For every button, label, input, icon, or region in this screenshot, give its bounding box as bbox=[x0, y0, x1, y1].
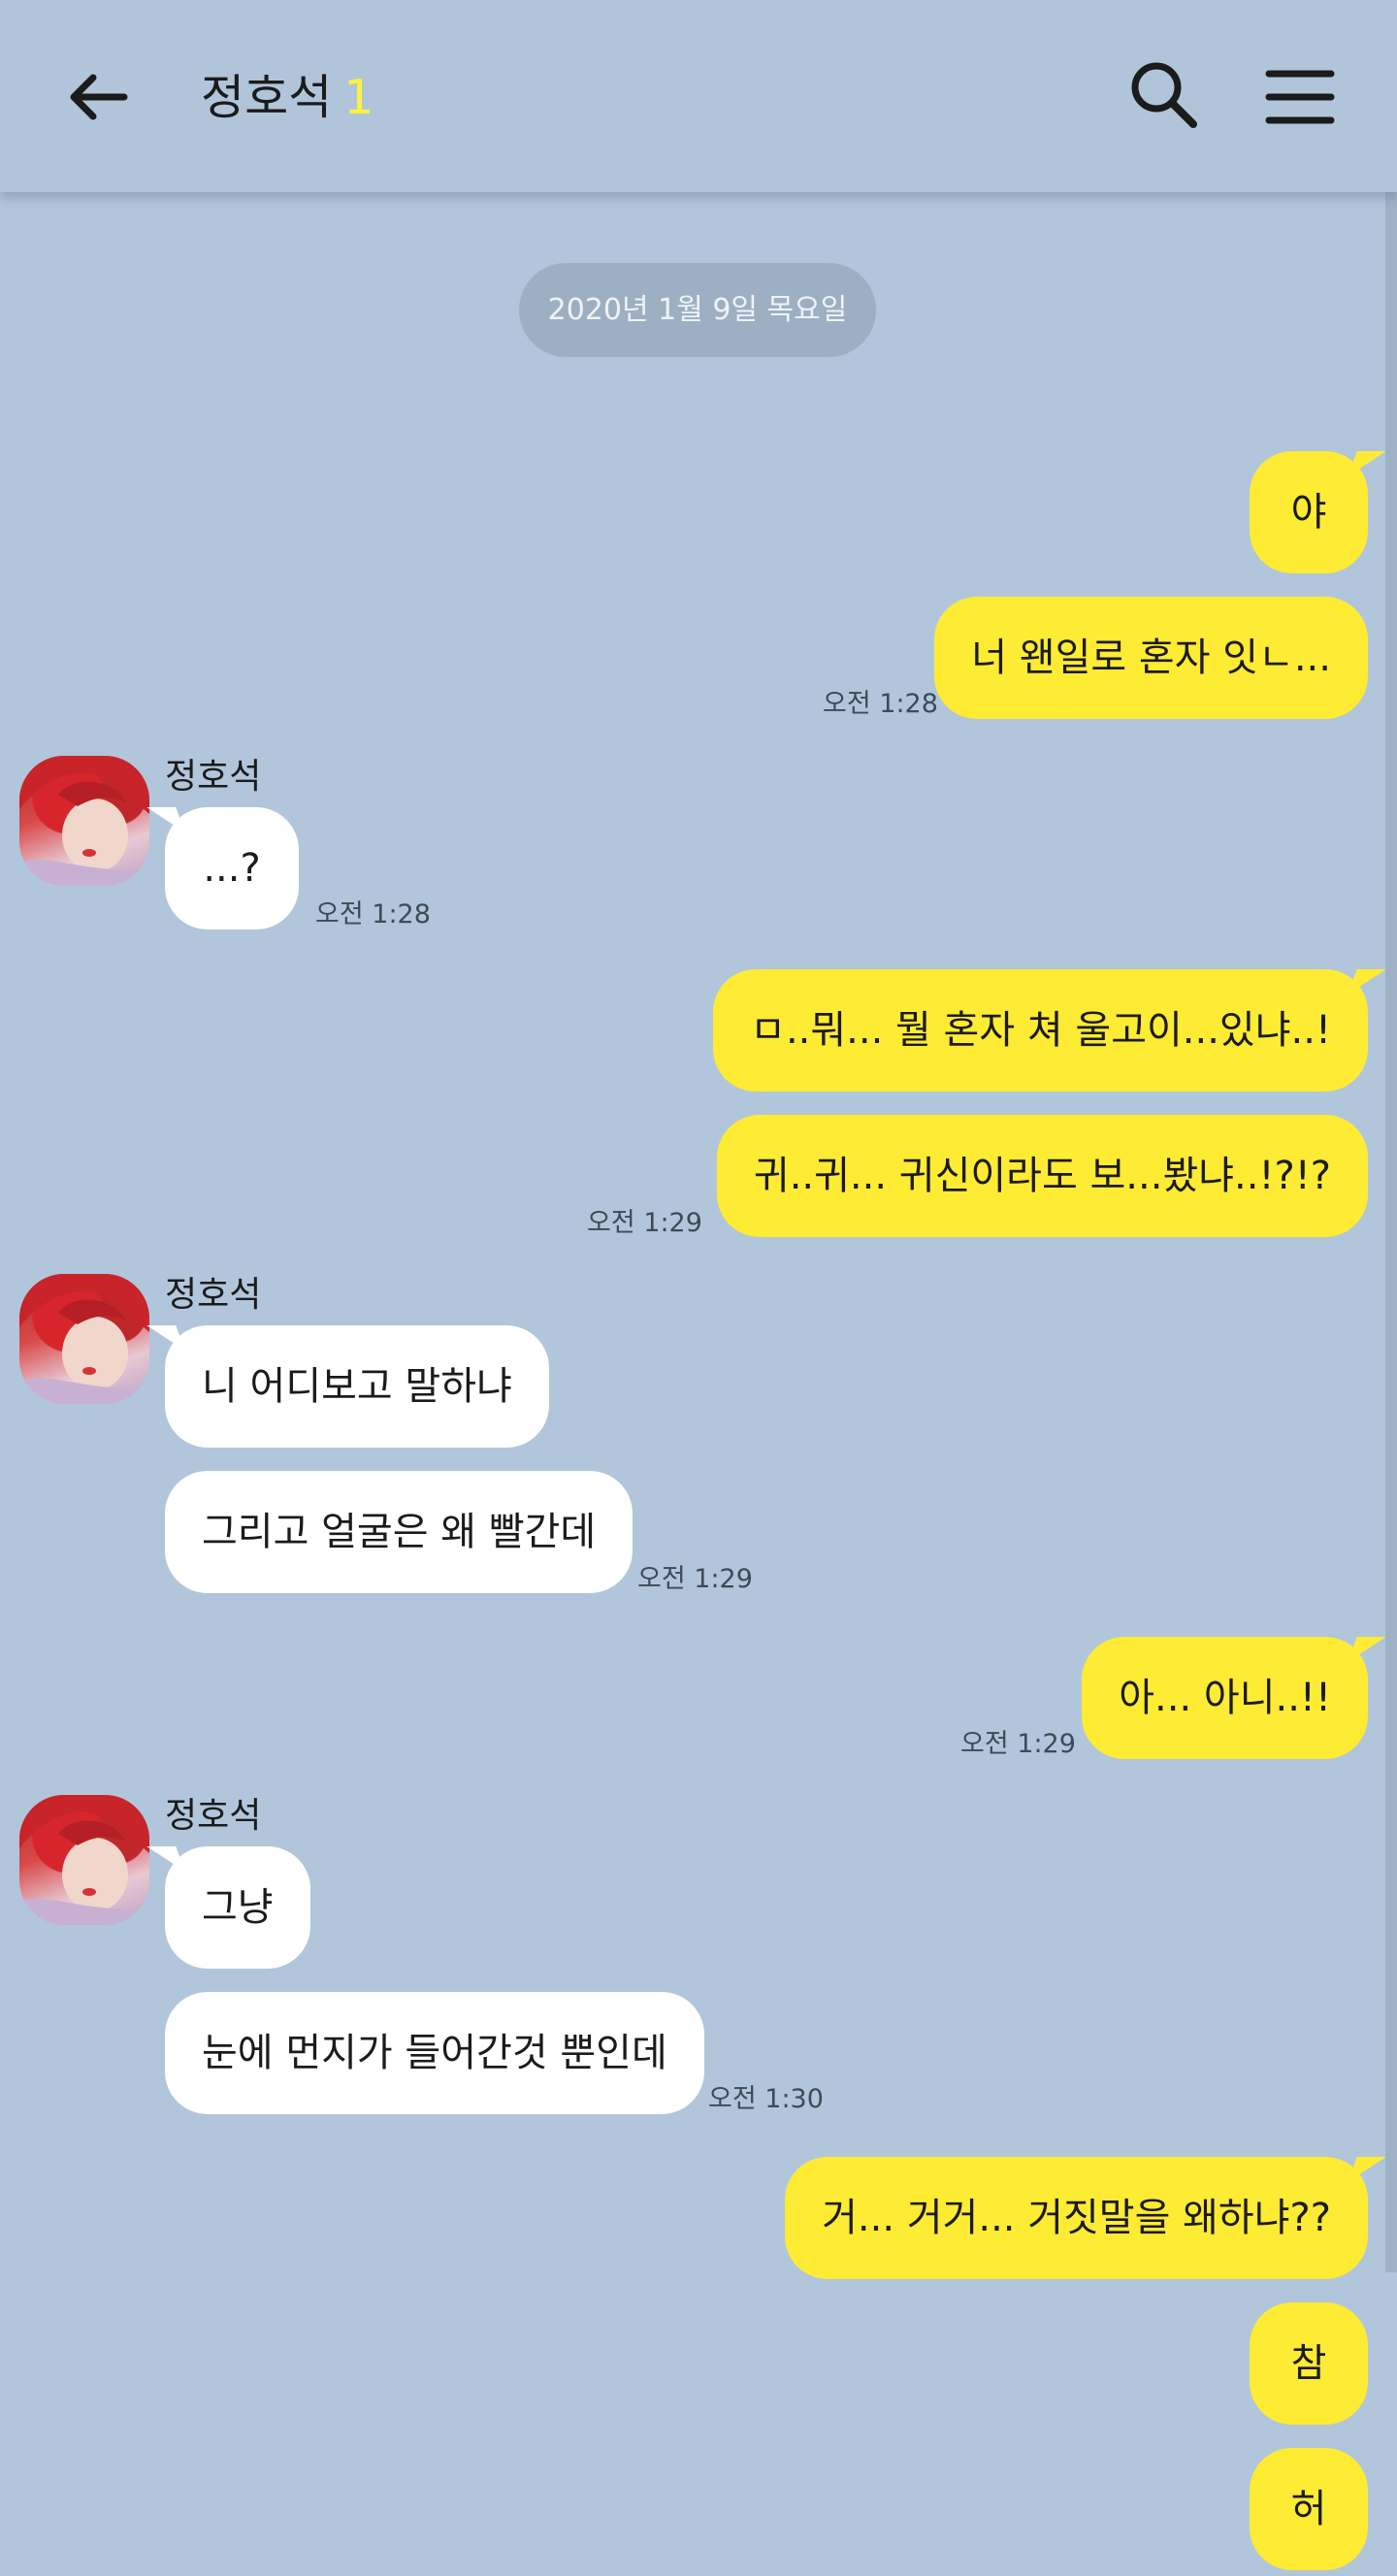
unread-count: 1 bbox=[343, 70, 374, 125]
hamburger-menu-icon[interactable] bbox=[1261, 56, 1339, 134]
message-timestamp: 오전 1:28 bbox=[315, 899, 431, 929]
message-timestamp: 오전 1:29 bbox=[587, 1208, 702, 1238]
message-timestamp: 오전 1:30 bbox=[708, 2084, 824, 2114]
scrollbar[interactable] bbox=[1385, 192, 1397, 2272]
other-message-bubble[interactable]: 니 어디보고 말하냐 bbox=[165, 1325, 549, 1448]
chat-title: 정호석 1 bbox=[201, 64, 374, 132]
sender-name: 정호석 bbox=[165, 1796, 262, 1836]
avatar[interactable] bbox=[19, 1274, 149, 1404]
avatar[interactable] bbox=[19, 756, 149, 886]
other-message-bubble[interactable]: ...? bbox=[165, 807, 299, 929]
my-message-bubble[interactable]: 야 bbox=[1250, 451, 1368, 573]
date-divider: 2020년 1월 9일 목요일 bbox=[519, 263, 876, 357]
my-message-bubble[interactable]: 너 왠일로 혼자 잇ㄴ... bbox=[934, 597, 1368, 719]
my-message-bubble[interactable]: 귀..귀... 귀신이라도 보...봤냐..!?!? bbox=[716, 1115, 1368, 1237]
message-timestamp: 오전 1:28 bbox=[823, 689, 938, 719]
other-message-bubble[interactable]: 그리고 얼굴은 왜 빨간데 bbox=[165, 1471, 634, 1593]
other-message-bubble[interactable]: 눈에 먼지가 들어간것 뿐인데 bbox=[165, 1992, 704, 2114]
my-message-bubble[interactable]: 참 bbox=[1250, 2302, 1368, 2425]
avatar[interactable] bbox=[19, 1795, 149, 1925]
search-icon[interactable] bbox=[1125, 56, 1203, 134]
other-message-bubble[interactable]: 그냥 bbox=[165, 1846, 310, 1969]
back-arrow-icon[interactable] bbox=[60, 58, 138, 136]
message-timestamp: 오전 1:29 bbox=[637, 1564, 753, 1594]
sender-name: 정호석 bbox=[165, 757, 262, 797]
chat-partner-name: 정호석 bbox=[201, 70, 333, 125]
my-message-bubble[interactable]: 허 bbox=[1250, 2448, 1368, 2570]
message-timestamp: 오전 1:29 bbox=[960, 1729, 1076, 1759]
my-message-bubble[interactable]: 아... 아니..!! bbox=[1082, 1637, 1368, 1759]
my-message-bubble[interactable]: ㅁ..뭐... 뭘 혼자 쳐 울고이...있냐..! bbox=[713, 969, 1368, 1092]
chat-header: 정호석 1 bbox=[0, 0, 1397, 192]
sender-name: 정호석 bbox=[165, 1275, 262, 1315]
my-message-bubble[interactable]: 거... 거거... 거짓말을 왜하냐?? bbox=[785, 2157, 1368, 2279]
